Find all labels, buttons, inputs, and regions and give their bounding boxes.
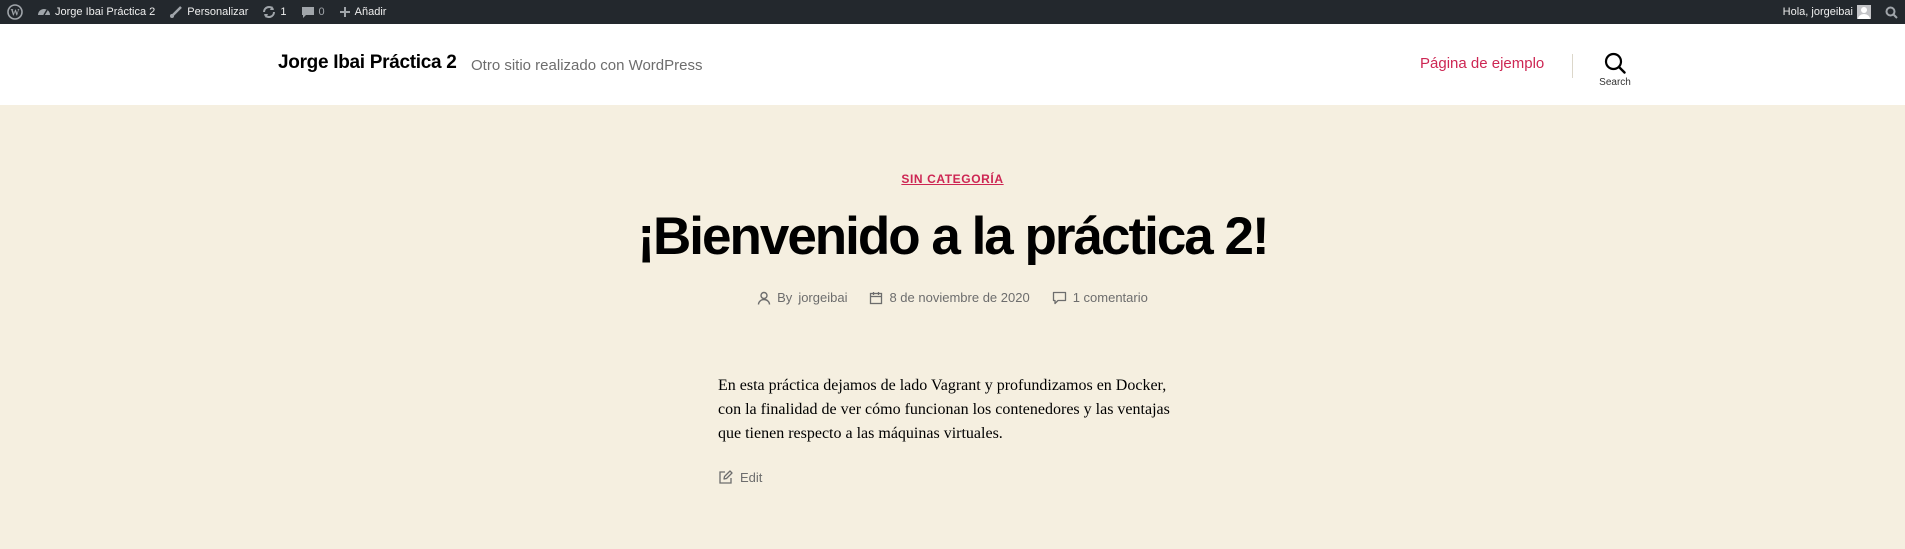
site-title[interactable]: Jorge Ibai Práctica 2 (278, 52, 457, 74)
greeting-label: Hola, jorgeibai (1782, 6, 1853, 18)
menu-item-sample-page[interactable]: Página de ejemplo (1420, 55, 1544, 72)
post-category: SIN CATEGORÍA (0, 170, 1905, 188)
plus-icon (339, 7, 350, 17)
edit-post-link[interactable]: Edit (718, 470, 762, 485)
customize-menu[interactable]: Personalizar (162, 0, 255, 24)
brush-icon (170, 6, 183, 18)
date-link[interactable]: 8 de noviembre de 2020 (889, 290, 1029, 305)
add-new-menu[interactable]: Añadir (332, 0, 394, 24)
updates-menu[interactable]: 1 (255, 0, 293, 24)
comment-bubble-icon (301, 7, 314, 18)
comment-icon (1052, 291, 1066, 304)
post-content: En esta práctica dejamos de lado Vagrant… (718, 377, 1170, 442)
admin-bar: W Jorge Ibai Práctica 2 Personalizar 1 0… (0, 0, 1905, 24)
site-name-label: Jorge Ibai Práctica 2 (55, 6, 156, 18)
category-link[interactable]: SIN CATEGORÍA (901, 172, 1003, 186)
person-icon (757, 291, 771, 305)
post-comments: 1 comentario (1052, 290, 1148, 305)
adminbar-search-icon[interactable] (1878, 0, 1905, 24)
edit-icon (719, 470, 733, 484)
calendar-icon (870, 291, 883, 304)
comments-link[interactable]: 1 comentario (1073, 290, 1148, 305)
dashboard-icon (38, 9, 50, 16)
customize-label: Personalizar (187, 6, 249, 18)
updates-count: 1 (280, 6, 287, 18)
search-icon (1604, 52, 1626, 74)
post-title: ¡Bienvenido a la práctica 2! (637, 207, 1269, 266)
comments-count: 0 (318, 6, 325, 18)
author-prefix: By (777, 290, 793, 305)
wordpress-logo-icon[interactable]: W (0, 0, 30, 24)
site-header: Jorge Ibai Práctica 2 Otro sitio realiza… (0, 24, 1905, 105)
avatar (1857, 5, 1871, 19)
search-toggle-button[interactable]: Search (1590, 52, 1640, 98)
update-icon (263, 6, 276, 18)
post-date: 8 de noviembre de 2020 (869, 290, 1030, 305)
header-separator (1572, 54, 1573, 78)
svg-text:W: W (11, 8, 20, 18)
search-label: Search (1599, 77, 1631, 88)
post-author: By jorgeibai (757, 290, 847, 305)
author-link[interactable]: jorgeibai (798, 290, 847, 305)
post-meta: By jorgeibai 8 de noviembre de 2020 1 co… (0, 290, 1905, 305)
add-new-label: Añadir (354, 6, 387, 18)
site-description: Otro sitio realizado con WordPress (471, 57, 703, 74)
comments-menu[interactable]: 0 (294, 0, 332, 24)
edit-label: Edit (740, 470, 763, 485)
site-name-menu[interactable]: Jorge Ibai Práctica 2 (30, 0, 162, 24)
account-menu[interactable]: Hola, jorgeibai (1776, 0, 1878, 24)
